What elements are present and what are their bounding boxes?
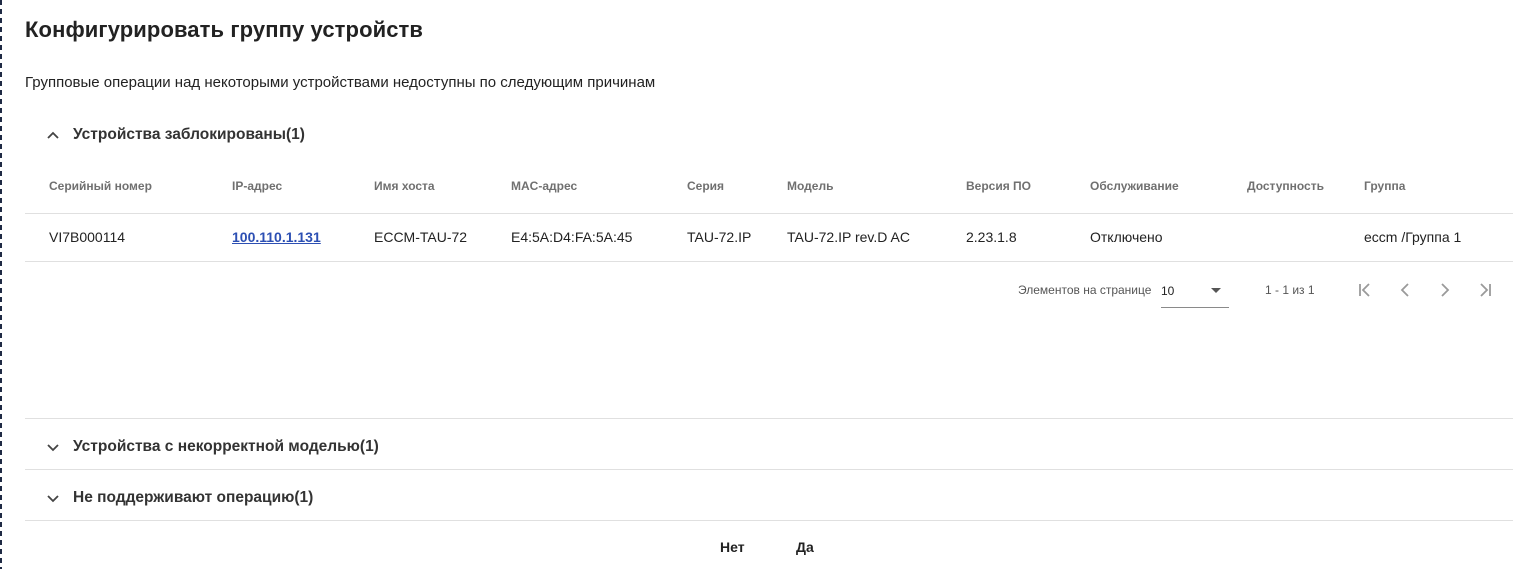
dialog-subtitle: Групповые операции над некоторыми устрой… xyxy=(25,74,656,91)
items-per-page-label: Элементов на странице xyxy=(1018,283,1152,297)
first-page-icon xyxy=(1359,283,1370,297)
column-header-serial[interactable]: Серийный номер xyxy=(49,179,152,193)
cell-firmware: 2.23.1.8 xyxy=(966,229,1017,245)
panel-title: Устройства с некорректной моделью(1) xyxy=(73,438,379,455)
items-per-page-value: 10 xyxy=(1161,284,1175,298)
cell-series: TAU-72.IP xyxy=(687,229,752,245)
column-header-availability[interactable]: Доступность xyxy=(1247,179,1324,193)
cell-maintenance: Отключено xyxy=(1090,229,1163,245)
chevron-right-icon xyxy=(1441,283,1450,297)
cell-group: eccm /Группа 1 xyxy=(1364,229,1462,245)
yes-button[interactable]: Да xyxy=(796,539,814,555)
page-range-label: 1 - 1 из 1 xyxy=(1265,283,1315,297)
panel-header-invalid-model[interactable]: Устройства с некорректной моделью(1) xyxy=(25,422,1513,472)
ip-address-link[interactable]: 100.110.1.131 xyxy=(232,229,321,245)
column-header-firmware[interactable]: Версия ПО xyxy=(966,179,1031,193)
next-page-button[interactable] xyxy=(1432,277,1458,303)
previous-page-button[interactable] xyxy=(1392,277,1418,303)
chevron-down-icon xyxy=(41,442,65,452)
configure-group-dialog: Конфигурировать группу устройств Группов… xyxy=(25,0,1513,569)
cell-serial: VI7B000114 xyxy=(49,229,126,245)
column-header-mac[interactable]: MAC-адрес xyxy=(511,179,577,193)
panel-divider xyxy=(25,520,1513,521)
column-header-ip[interactable]: IP-адрес xyxy=(232,179,282,193)
column-header-series[interactable]: Серия xyxy=(687,179,724,193)
panel-divider xyxy=(25,469,1513,470)
cell-hostname: ECCM-TAU-72 xyxy=(374,229,468,245)
column-header-maintenance[interactable]: Обслуживание xyxy=(1090,179,1179,193)
cell-model: TAU-72.IP rev.D AC xyxy=(787,229,910,245)
chevron-down-icon xyxy=(41,493,65,503)
last-page-icon xyxy=(1480,283,1491,297)
chevron-up-icon xyxy=(41,130,65,140)
panel-divider xyxy=(25,418,1513,419)
first-page-button[interactable] xyxy=(1352,277,1378,303)
panel-header-unsupported[interactable]: Не поддерживают операцию(1) xyxy=(25,473,1513,523)
last-page-button[interactable] xyxy=(1472,277,1498,303)
dropdown-arrow-icon xyxy=(1211,288,1221,293)
table-header-divider xyxy=(25,213,1513,214)
panel-title: Устройства заблокированы(1) xyxy=(73,126,305,143)
panel-title: Не поддерживают операцию(1) xyxy=(73,489,314,506)
cell-mac: E4:5A:D4:FA:5A:45 xyxy=(511,229,633,245)
column-header-group[interactable]: Группа xyxy=(1364,179,1405,193)
table-row-divider xyxy=(25,261,1513,262)
column-header-hostname[interactable]: Имя хоста xyxy=(374,179,435,193)
column-header-model[interactable]: Модель xyxy=(787,179,833,193)
chevron-left-icon xyxy=(1400,283,1409,297)
no-button[interactable]: Нет xyxy=(720,539,745,555)
items-per-page-select[interactable]: 10 xyxy=(1161,279,1229,308)
dialog-title: Конфигурировать группу устройств xyxy=(25,17,424,42)
panel-header-blocked[interactable]: Устройства заблокированы(1) xyxy=(25,110,1513,160)
window-edge xyxy=(0,0,2,569)
